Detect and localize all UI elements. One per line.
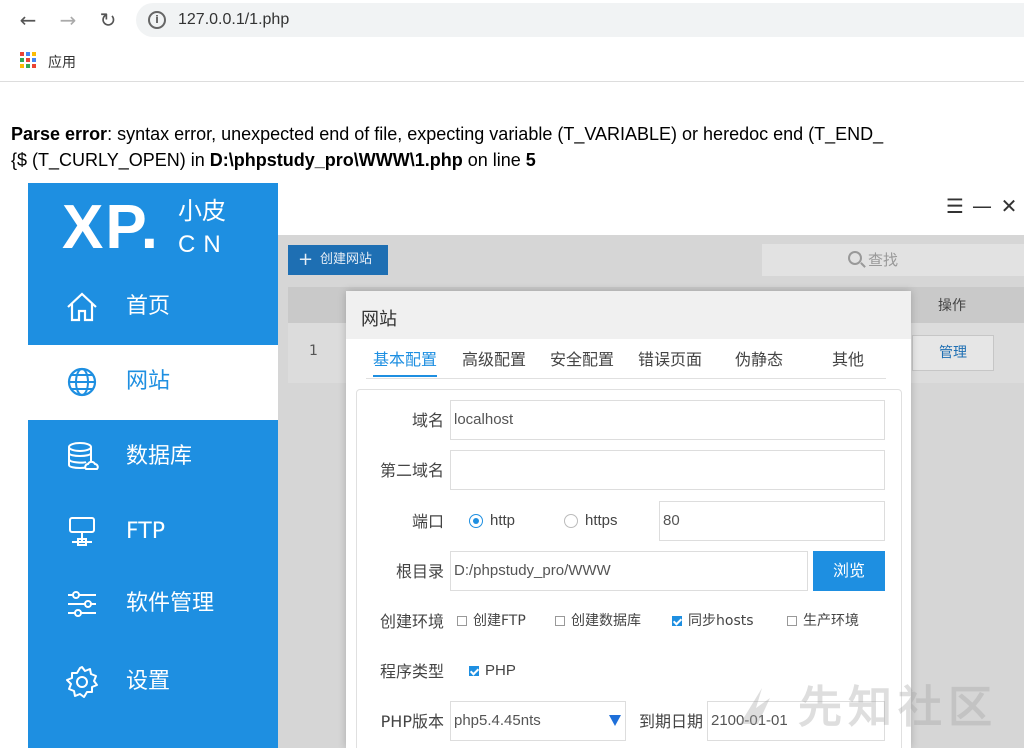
- dialog-header: 网站: [346, 291, 911, 339]
- address-bar[interactable]: i 127.0.0.1/1.php: [136, 3, 1024, 37]
- program-type-label: 程序类型: [379, 662, 444, 681]
- column-header-actions: 操作: [938, 298, 966, 314]
- ftp-server-icon: [69, 517, 95, 546]
- window-titlebar: ☰ — ✕: [278, 183, 1024, 235]
- create-env-label: 创建环境: [379, 612, 444, 631]
- https-radio[interactable]: [564, 514, 578, 528]
- reload-icon[interactable]: ↻: [96, 8, 120, 32]
- watermark-logo-icon: [740, 688, 770, 724]
- domain-label: 域名: [411, 411, 444, 430]
- dialog-title: 网站: [361, 309, 397, 330]
- apps-grid-icon[interactable]: [20, 52, 36, 68]
- second-domain-label: 第二域名: [379, 461, 444, 480]
- tab-rewrite[interactable]: 伪静态: [735, 349, 783, 371]
- error-text: : syntax error, unexpected end of file, …: [107, 124, 884, 144]
- browser-toolbar: ← → ↻ i 127.0.0.1/1.php: [0, 0, 1024, 40]
- close-icon[interactable]: ✕: [998, 195, 1020, 217]
- minimize-icon[interactable]: —: [971, 195, 993, 217]
- create-website-label: 创建网站: [320, 252, 373, 267]
- info-icon[interactable]: i: [148, 11, 166, 29]
- sidebar-item-label: 设置: [126, 669, 171, 694]
- apps-bookmark-label[interactable]: 应用: [48, 52, 76, 72]
- error-text-line2: {$ (T_CURLY_OPEN) in: [11, 150, 210, 170]
- create-db-label: 创建数据库: [571, 613, 641, 629]
- sidebar-item-label: 首页: [126, 294, 171, 319]
- plus-icon: +: [298, 249, 314, 270]
- sidebar-item-label: 数据库: [126, 444, 193, 469]
- tab-advanced-config[interactable]: 高级配置: [462, 349, 526, 371]
- sidebar-item-ftp[interactable]: FTP: [28, 495, 278, 570]
- create-ftp-label: 创建FTP: [473, 613, 526, 629]
- watermark: 先知社区: [736, 676, 1016, 742]
- sidebar-item-software[interactable]: 软件管理: [28, 567, 278, 642]
- logo-small-bottom: CN: [178, 231, 229, 258]
- sidebar: XP. 小皮 CN 首页 网站 数据库 FTP 软件管理 设置: [28, 183, 278, 748]
- create-db-checkbox[interactable]: [555, 616, 565, 626]
- search-icon: [848, 251, 862, 265]
- browse-button[interactable]: 浏览: [813, 551, 885, 591]
- tab-security-config[interactable]: 安全配置: [550, 349, 614, 371]
- gear-icon: [66, 666, 98, 698]
- tab-other[interactable]: 其他: [832, 349, 864, 371]
- php-checkbox[interactable]: [469, 666, 479, 676]
- php-version-select[interactable]: php5.4.45nts: [450, 701, 626, 741]
- second-domain-input[interactable]: [450, 450, 885, 490]
- sidebar-item-settings[interactable]: 设置: [28, 645, 278, 720]
- create-website-button[interactable]: + 创建网站: [288, 245, 388, 275]
- menu-icon[interactable]: ☰: [944, 195, 966, 217]
- logo-main-text: XP.: [62, 193, 160, 262]
- domain-input[interactable]: localhost: [450, 400, 885, 440]
- sliders-icon: [68, 591, 96, 617]
- sidebar-item-website[interactable]: 网站: [28, 345, 278, 420]
- search-input[interactable]: 查找: [762, 244, 1024, 276]
- tab-error-pages[interactable]: 错误页面: [638, 349, 702, 371]
- https-radio-label: https: [585, 512, 618, 529]
- php-label: PHP: [485, 662, 516, 679]
- dialog-tabs: 基本配置 高级配置 安全配置 错误页面 伪静态 其他: [366, 343, 886, 379]
- sidebar-item-home[interactable]: 首页: [28, 270, 278, 345]
- expire-date-label: 到期日期: [638, 712, 703, 731]
- back-arrow-icon[interactable]: ←: [16, 8, 40, 32]
- sidebar-item-label: 软件管理: [126, 591, 215, 616]
- sync-hosts-label: 同步hosts: [688, 613, 754, 629]
- globe-icon: [67, 367, 97, 397]
- sidebar-item-label: 网站: [126, 369, 171, 394]
- http-radio[interactable]: [469, 514, 483, 528]
- error-file-path: D:\phpstudy_pro\WWW\1.php: [209, 150, 463, 170]
- sidebar-item-database[interactable]: 数据库: [28, 420, 278, 495]
- root-dir-input[interactable]: D:/phpstudy_pro/WWW: [450, 551, 808, 591]
- search-placeholder: 查找: [868, 251, 899, 269]
- watermark-text: 先知社区: [798, 682, 998, 733]
- sidebar-item-label: FTP: [126, 519, 165, 544]
- create-ftp-checkbox[interactable]: [457, 616, 467, 626]
- error-on-line: on line: [462, 150, 526, 170]
- php-version-label: PHP版本: [380, 712, 444, 731]
- error-prefix: Parse error: [11, 124, 108, 144]
- home-icon: [67, 292, 97, 322]
- production-env-label: 生产环境: [803, 613, 859, 629]
- manage-button[interactable]: 管理: [912, 335, 994, 371]
- forward-arrow-icon[interactable]: →: [56, 8, 80, 32]
- sync-hosts-checkbox[interactable]: [672, 616, 682, 626]
- row-number: 1: [309, 343, 318, 359]
- root-dir-label: 根目录: [395, 562, 444, 581]
- database-icon: [68, 442, 99, 470]
- error-line-number: 5: [525, 150, 536, 170]
- php-version-value: php5.4.45nts: [454, 712, 541, 729]
- phpstudy-window: XP. 小皮 CN 首页 网站 数据库 FTP 软件管理 设置 ☰ — ✕ + …: [28, 183, 1024, 748]
- port-input[interactable]: 80: [659, 501, 885, 541]
- port-label: 端口: [411, 512, 444, 531]
- http-radio-label: http: [490, 512, 516, 529]
- bookmarks-bar: [0, 40, 1024, 82]
- php-error-message: Parse error: syntax error, unexpected en…: [11, 121, 1024, 173]
- production-env-checkbox[interactable]: [787, 616, 797, 626]
- logo-small-top: 小皮: [178, 197, 226, 225]
- tab-basic-config[interactable]: 基本配置: [373, 349, 438, 377]
- url-text: 127.0.0.1/1.php: [178, 11, 290, 28]
